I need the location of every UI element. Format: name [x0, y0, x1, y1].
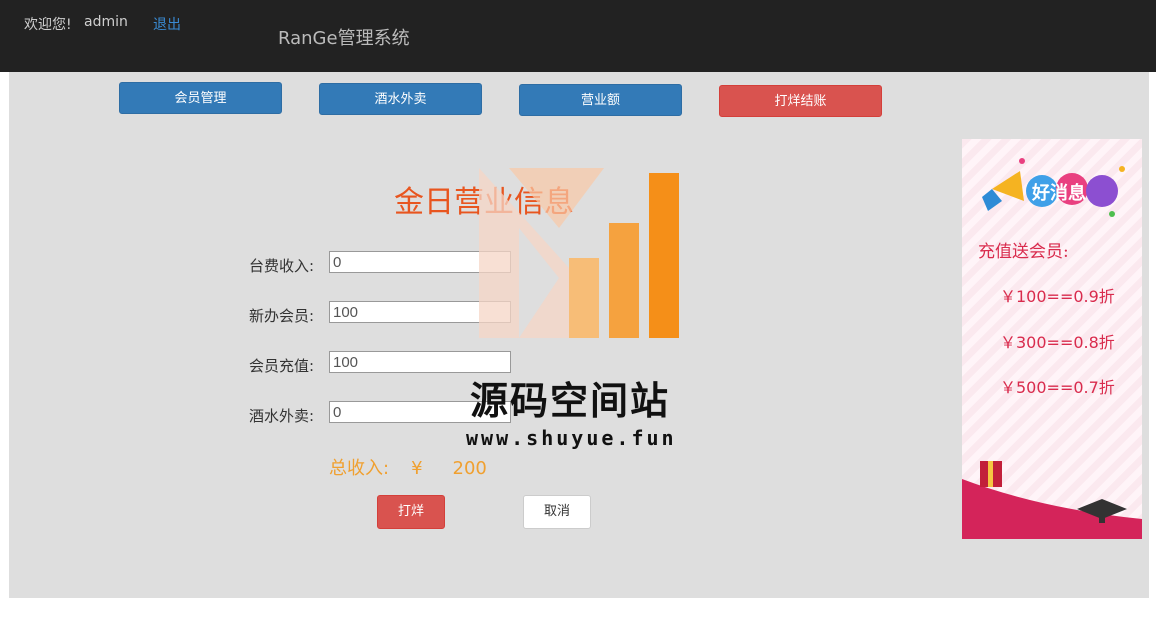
- close-checkout-button[interactable]: 打烊结账: [719, 85, 882, 117]
- total-amount: 200: [452, 458, 487, 479]
- revenue-button[interactable]: 营业额: [519, 84, 682, 116]
- promo-item-100: ￥100==0.9折: [1000, 287, 1115, 306]
- promo-banner: 好消息 充值送会员: ￥100==0.9折 ￥300==0.8折 ￥500==0…: [962, 139, 1142, 539]
- total-label: 总收入:: [329, 458, 390, 479]
- promo-item-500: ￥500==0.7折: [1000, 378, 1115, 397]
- table-fee-input[interactable]: [329, 251, 511, 273]
- cancel-button[interactable]: 取消: [523, 495, 591, 529]
- good-news-badge: 好消息: [982, 158, 1125, 217]
- watermark-url: www.shuyue.fun: [466, 426, 677, 450]
- form-title: 金日营业信息: [394, 185, 574, 220]
- promo-item-300: ￥300==0.8折: [1000, 333, 1115, 352]
- app-title: RanGe管理系统: [278, 28, 410, 49]
- gift-corner-decoration: [962, 461, 1142, 539]
- member-management-button[interactable]: 会员管理: [119, 82, 282, 114]
- watermark-text: 源码空间站: [470, 379, 671, 423]
- main-panel: 会员管理 酒水外卖 营业额 打烊结账 金日营业信息 台费收入: 新办会员: 会员…: [9, 72, 1149, 598]
- recharge-label: 会员充值:: [248, 357, 314, 375]
- welcome-text: 欢迎您!: [24, 17, 72, 33]
- logout-link[interactable]: 退出: [153, 14, 181, 34]
- new-member-input[interactable]: [329, 301, 511, 323]
- username: admin: [84, 14, 128, 30]
- new-member-label: 新办会员:: [248, 307, 314, 325]
- drinks-takeout-button[interactable]: 酒水外卖: [319, 83, 482, 115]
- promo-title: 充值送会员:: [978, 242, 1069, 262]
- total-income: 总收入: ¥200: [329, 454, 487, 480]
- drinks-label: 酒水外卖:: [248, 407, 314, 425]
- table-fee-label: 台费收入:: [248, 257, 314, 275]
- top-navbar: 欢迎您! admin 退出 RanGe管理系统: [0, 0, 1156, 72]
- currency-symbol: ¥: [411, 458, 423, 479]
- badge-text: 好消息: [1031, 182, 1086, 204]
- print-button[interactable]: 打烊: [377, 495, 445, 529]
